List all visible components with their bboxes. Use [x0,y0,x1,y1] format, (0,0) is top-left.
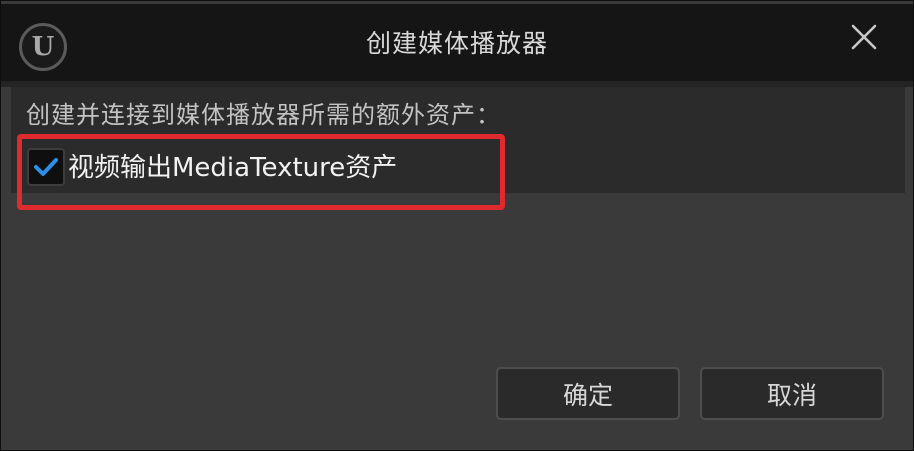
dialog-title: 创建媒体播放器 [365,29,548,58]
checkmark-icon [34,158,58,176]
options-panel: 创建并连接到媒体播放器所需的额外资产： 视频输出MediaTexture资产 [11,87,905,193]
close-icon [851,24,877,50]
media-texture-option-label[interactable]: 视频输出MediaTexture资产 [68,147,397,184]
cancel-button[interactable]: 取消 [700,367,884,420]
title-bar: U 创建媒体播放器 [1,4,913,81]
description-text: 创建并连接到媒体播放器所需的额外资产： [26,101,501,129]
dialog-window: U 创建媒体播放器 创建并连接到媒体播放器所需的额外资产： 视频输出MediaT… [0,0,914,451]
close-button[interactable] [849,22,879,52]
media-texture-checkbox[interactable] [27,148,65,186]
confirm-button[interactable]: 确定 [496,367,680,420]
